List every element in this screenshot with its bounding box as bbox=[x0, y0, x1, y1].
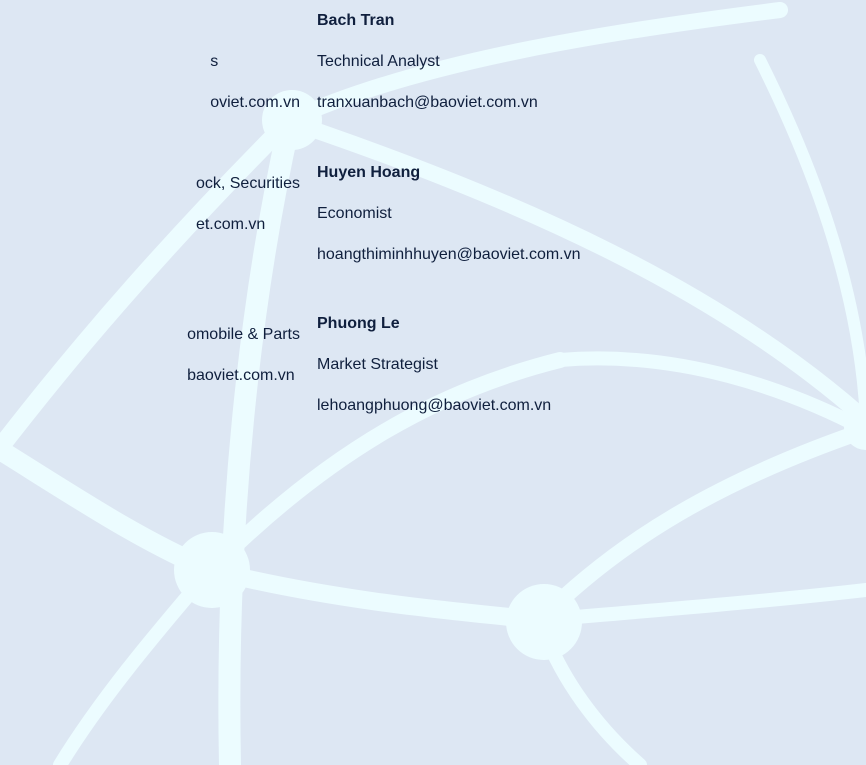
contact-email[interactable]: et.com.vn bbox=[196, 204, 300, 245]
globe-node bbox=[506, 584, 582, 660]
globe-arc bbox=[533, 583, 866, 627]
contact-name: Huyen Hoang bbox=[317, 164, 421, 181]
contact-title: Economist bbox=[317, 205, 392, 222]
contact-title: omobile & Parts bbox=[187, 326, 300, 343]
contact-title: s bbox=[210, 53, 219, 70]
contact-card-huyen-hoang: Huyen Hoang Economist hoangthiminhhuyen@… bbox=[317, 152, 581, 275]
contact-title: Market Strategist bbox=[317, 356, 438, 373]
left-contact-column: s oviet.com.vn ock, Securities et.com.vn… bbox=[0, 0, 300, 765]
globe-arc bbox=[553, 351, 866, 437]
contact-name: Phuong Le bbox=[317, 315, 400, 332]
contact-card-bach-tran: Bach Tran Technical Analyst tranxuanbach… bbox=[317, 0, 538, 123]
contact-card-left-3: omobile & Parts baoviet.com.vn bbox=[187, 314, 300, 396]
globe-arc bbox=[754, 54, 866, 426]
contact-card-left-1: s oviet.com.vn bbox=[210, 41, 300, 123]
contact-card-left-2: ock, Securities et.com.vn bbox=[196, 163, 300, 245]
contact-title: Technical Analyst bbox=[317, 53, 440, 70]
contact-name: Bach Tran bbox=[317, 12, 395, 29]
contact-email[interactable]: oviet.com.vn bbox=[210, 82, 300, 123]
contact-email[interactable]: baoviet.com.vn bbox=[187, 355, 300, 396]
contact-email[interactable]: lehoangphuong@baoviet.com.vn bbox=[317, 385, 551, 426]
contact-card-phuong-le: Phuong Le Market Strategist lehoangphuon… bbox=[317, 303, 551, 426]
contact-title: ock, Securities bbox=[195, 175, 300, 192]
contact-email[interactable]: tranxuanbach@baoviet.com.vn bbox=[317, 82, 538, 123]
contact-email[interactable]: hoangthiminhhuyen@baoviet.com.vn bbox=[317, 234, 581, 275]
